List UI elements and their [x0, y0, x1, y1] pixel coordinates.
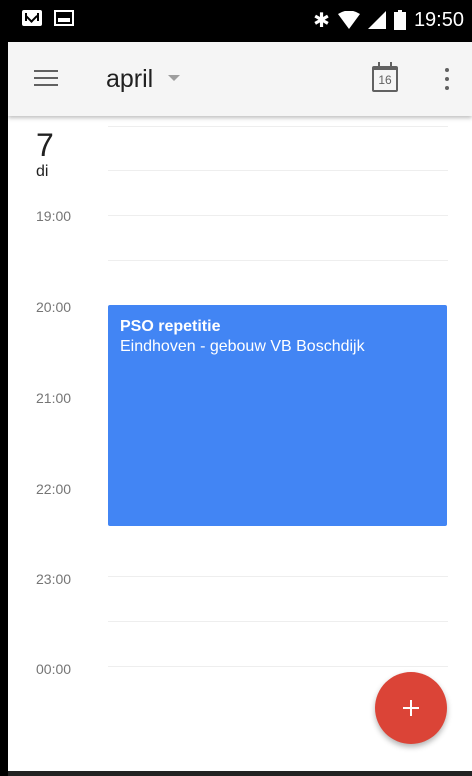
grid-line: [108, 621, 448, 622]
status-bar: ✱ 19:50: [8, 0, 472, 42]
grid-line: [108, 666, 448, 667]
event-location: Eindhoven - gebouw VB Boschdijk: [120, 338, 365, 355]
today-day-number: 16: [378, 73, 392, 87]
chevron-down-icon[interactable]: [168, 75, 180, 81]
grid-line: [108, 215, 448, 216]
bluetooth-icon: ✱: [313, 8, 330, 32]
today-calendar-icon[interactable]: 16: [372, 62, 398, 92]
calendar-screen: ✱ 19:50 april 16 7 di 19:00 20:00 21:00 …: [8, 0, 472, 776]
battery-icon: [393, 10, 406, 30]
day-name: di: [36, 163, 49, 180]
gmail-icon: [22, 10, 42, 26]
wifi-icon: [337, 11, 360, 29]
status-time: 19:50: [413, 9, 464, 31]
grid-line: [108, 576, 448, 577]
hour-label: 22:00: [36, 481, 72, 497]
hour-label: 23:00: [36, 571, 72, 587]
overflow-menu-icon[interactable]: [444, 68, 450, 92]
menu-icon[interactable]: [34, 70, 58, 88]
event-title: PSO repetitie: [120, 318, 221, 335]
month-selector[interactable]: april: [106, 62, 153, 96]
grid-line: [108, 260, 448, 261]
hour-label: 19:00: [36, 208, 72, 224]
event-card[interactable]: PSO repetitie Eindhoven - gebouw VB Bosc…: [108, 305, 447, 526]
bottom-edge: [8, 771, 472, 776]
hour-label: 20:00: [36, 299, 72, 315]
day-number: 7: [36, 127, 54, 163]
grid-line: [108, 170, 448, 171]
signal-icon: [367, 11, 386, 29]
app-bar: april 16: [8, 42, 472, 116]
add-event-button[interactable]: [375, 672, 447, 744]
grid-line: [108, 126, 448, 127]
hour-label: 00:00: [36, 661, 72, 677]
photo-icon: [54, 10, 74, 26]
hour-label: 21:00: [36, 390, 72, 406]
